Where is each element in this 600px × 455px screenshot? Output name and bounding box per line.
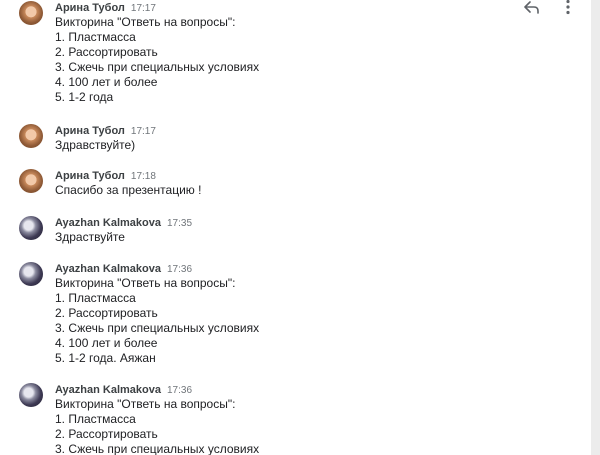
message-header: Ayazhan Kalmakova 17:36 xyxy=(55,380,193,396)
reply-icon xyxy=(524,1,539,14)
author-name: Ayazhan Kalmakova xyxy=(55,263,161,275)
message-line: Спасибо за презентацию ! xyxy=(55,183,202,197)
message-time: 17:36 xyxy=(166,385,193,396)
message-line: Викторина "Ответь на вопросы": xyxy=(55,397,236,411)
reply-button[interactable] xyxy=(522,0,542,15)
message-line: Викторина "Ответь на вопросы": xyxy=(55,276,236,290)
message-line: 1. Пластмасса xyxy=(55,291,136,305)
message-body: Здравствуйте) xyxy=(55,138,135,153)
author-name: Ayazhan Kalmakova xyxy=(55,384,161,396)
scrollbar[interactable] xyxy=(591,0,600,455)
message-time: 17:17 xyxy=(130,3,156,14)
more-vert-icon xyxy=(566,0,570,15)
message-time: 17:18 xyxy=(130,171,156,182)
author-name: Ayazhan Kalmakova xyxy=(55,217,161,229)
author-name: Арина Тубол xyxy=(55,125,125,137)
message-time: 17:36 xyxy=(166,264,193,275)
message-header: Ayazhan Kalmakova 17:36 xyxy=(55,259,193,275)
message-body: Здраствуйте xyxy=(55,230,125,245)
avatar xyxy=(19,169,43,193)
message-line: Здраствуйте xyxy=(55,230,125,244)
avatar xyxy=(19,1,43,25)
message-body: Викторина "Ответь на вопросы": 1. Пластм… xyxy=(55,397,259,455)
message-line: 3. Сжечь при специальных условиях xyxy=(55,442,260,455)
message-line: 2. Рассортировать xyxy=(55,427,158,441)
message-time: 17:17 xyxy=(130,126,156,137)
message-actions xyxy=(522,0,578,15)
message-line: 5. 1-2 года. Аяжан xyxy=(55,351,156,365)
message-header: Арина Тубол 17:18 xyxy=(55,166,156,182)
message-header: Ayazhan Kalmakova 17:35 xyxy=(55,213,193,229)
message-body: Викторина "Ответь на вопросы": 1. Пластм… xyxy=(55,15,259,105)
message-line: 3. Сжечь при специальных условиях xyxy=(55,321,260,335)
message-line: 1. Пластмасса xyxy=(55,412,136,426)
message-line: 1. Пластмасса xyxy=(55,30,136,44)
chat-window: Арина Тубол 17:17 Викторина "Ответь на во… xyxy=(0,0,600,455)
message-body: Викторина "Ответь на вопросы": 1. Пластм… xyxy=(55,276,259,366)
author-name: Арина Тубол xyxy=(55,2,125,14)
message-body: Спасибо за презентацию ! xyxy=(55,183,201,198)
author-name: Арина Тубол xyxy=(55,170,125,182)
message-line: Здравствуйте) xyxy=(55,138,136,152)
avatar xyxy=(19,383,43,407)
message-line: 3. Сжечь при специальных условиях xyxy=(55,60,260,74)
message-line: 5. 1-2 года xyxy=(55,90,114,104)
message-header: Арина Тубол 17:17 xyxy=(55,0,156,14)
message-line: Викторина "Ответь на вопросы": xyxy=(55,15,236,29)
message-line: 2. Рассортировать xyxy=(55,306,158,320)
message-line: 4. 100 лет и более xyxy=(55,75,158,89)
avatar xyxy=(19,124,43,148)
message-header: Арина Тубол 17:17 xyxy=(55,121,156,137)
message-time: 17:35 xyxy=(166,218,193,229)
avatar xyxy=(19,216,43,240)
more-options-button[interactable] xyxy=(558,0,578,15)
avatar xyxy=(19,262,43,286)
message-line: 2. Рассортировать xyxy=(55,45,158,59)
message-line: 4. 100 лет и более xyxy=(55,336,158,350)
